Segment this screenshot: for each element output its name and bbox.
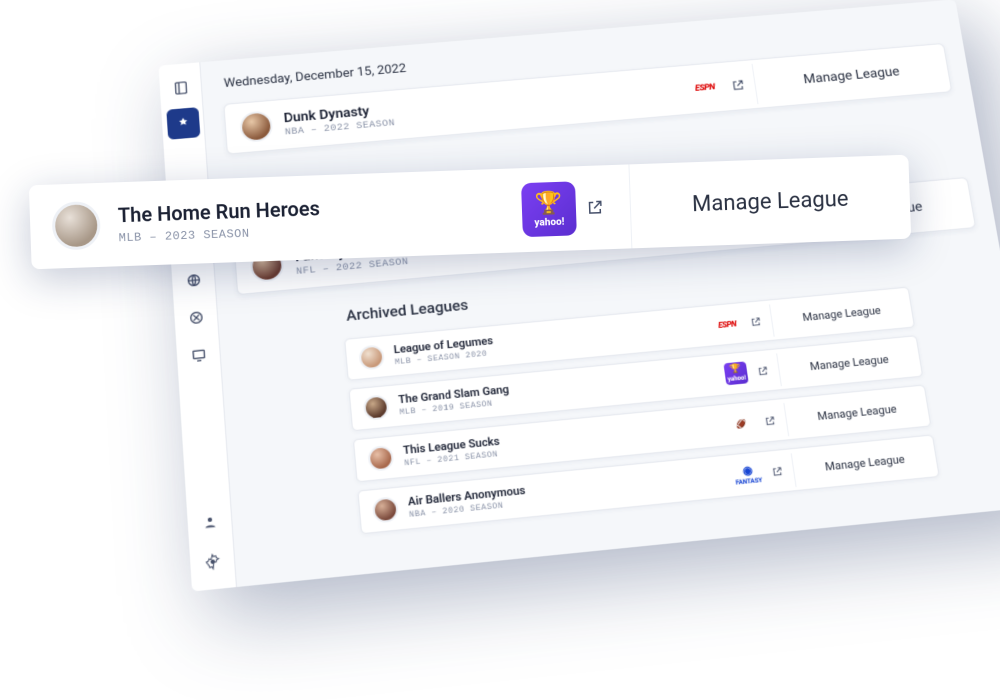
manage-league-button[interactable]: Manage League bbox=[769, 291, 913, 336]
avatar bbox=[51, 201, 101, 251]
external-link-icon[interactable] bbox=[764, 415, 777, 427]
external-link-icon[interactable] bbox=[730, 78, 745, 92]
avatar bbox=[358, 344, 385, 370]
league-meta: MLB – 2023 SEASON bbox=[118, 224, 320, 245]
avatar bbox=[363, 394, 390, 421]
platform-logo-yahoo: yahoo! bbox=[723, 361, 748, 385]
sidebar-settings-icon[interactable] bbox=[194, 543, 230, 580]
sidebar-monitor-icon[interactable] bbox=[181, 338, 216, 373]
avatar bbox=[239, 110, 273, 143]
sidebar-ball-icon[interactable] bbox=[178, 300, 213, 335]
avatar bbox=[367, 445, 394, 472]
manage-league-button[interactable]: Manage League bbox=[752, 48, 951, 105]
sidebar-leagues-icon[interactable] bbox=[166, 107, 200, 140]
sidebar-user-icon[interactable] bbox=[191, 504, 227, 541]
manage-league-button[interactable]: Manage League bbox=[783, 389, 929, 436]
app-window: Wednesday, December 15, 2022 Dunk Dynast… bbox=[158, 0, 1000, 592]
manage-league-button[interactable]: Manage League bbox=[628, 155, 911, 249]
platform-logo-espn: ESPN bbox=[687, 77, 723, 100]
archived-list: League of Legumes MLB – SEASON 2020 ESPN… bbox=[344, 287, 940, 535]
platform-logo-cbs: FANTASY bbox=[733, 464, 762, 485]
main-content: Wednesday, December 15, 2022 Dunk Dynast… bbox=[200, 0, 1000, 587]
manage-league-button[interactable]: Manage League bbox=[791, 439, 938, 486]
external-link-icon[interactable] bbox=[749, 316, 762, 328]
manage-league-button[interactable]: Manage League bbox=[776, 340, 921, 386]
external-link-icon[interactable] bbox=[756, 365, 769, 377]
platform-logo-nfl: 🏈 bbox=[727, 413, 756, 434]
league-title: The Home Run Heroes bbox=[117, 196, 320, 227]
sidebar-globe-icon[interactable] bbox=[176, 263, 211, 297]
sidebar-logo-icon[interactable] bbox=[164, 72, 198, 104]
platform-logo-espn: ESPN bbox=[713, 314, 742, 334]
external-link-icon[interactable] bbox=[586, 198, 605, 217]
platform-logo-yahoo: yahoo! bbox=[521, 181, 577, 237]
external-link-icon[interactable] bbox=[771, 465, 784, 477]
avatar bbox=[372, 496, 399, 523]
